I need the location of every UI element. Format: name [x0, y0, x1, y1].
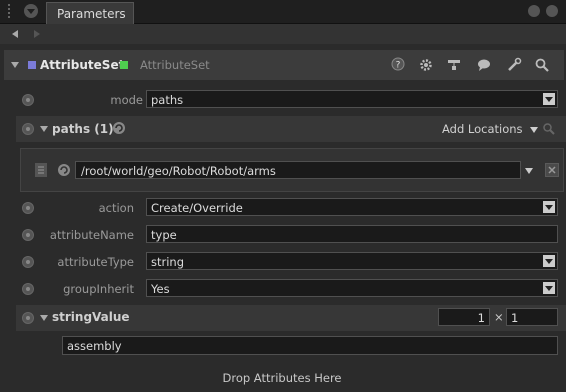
chevron-down-icon [543, 255, 555, 267]
help-mode-icon[interactable] [22, 94, 34, 106]
paths-collapse-icon[interactable] [40, 126, 48, 132]
action-dropdown[interactable]: Create/Override [146, 198, 558, 216]
drop-attributes-label: Drop Attributes Here [222, 371, 342, 385]
array-cols-input[interactable]: 1 [506, 308, 558, 326]
node-header: AttributeSet AttributeSet ? [4, 50, 564, 80]
drag-handle-icon[interactable] [35, 163, 47, 177]
collapse-arrow-icon[interactable] [11, 62, 19, 68]
add-locations-label: Add Locations [442, 122, 523, 136]
parameters-body: mode paths paths (1) Add Locations /root… [8, 84, 566, 392]
tab-parameters[interactable]: Parameters [46, 2, 134, 24]
mode-value: paths [151, 93, 184, 107]
paths-script-icon[interactable] [112, 121, 126, 138]
node-type: AttributeSet [140, 58, 210, 72]
groupinherit-label: groupInherit [63, 282, 134, 296]
path-dropdown-icon[interactable] [525, 168, 533, 174]
panel-menu-icon[interactable] [24, 4, 38, 18]
path-entry-row: /root/world/geo/Robot/Robot/arms [20, 148, 564, 192]
search-location-icon[interactable] [542, 122, 556, 139]
node-state-square [120, 61, 128, 69]
node-color-square [28, 61, 36, 69]
gear-icon[interactable] [418, 57, 434, 73]
remove-path-icon[interactable] [545, 163, 559, 177]
node-name[interactable]: AttributeSet [40, 58, 124, 72]
forward-arrow-icon[interactable] [34, 30, 40, 38]
chevron-down-icon [543, 93, 555, 105]
stringvalue-input[interactable]: assembly [62, 336, 558, 355]
chevron-down-icon [543, 282, 555, 294]
history-nav-bar [0, 24, 566, 44]
wrench-icon[interactable] [506, 57, 522, 73]
path-input[interactable]: /root/world/geo/Robot/Robot/arms [75, 161, 521, 179]
panel-tab-bar: Parameters [0, 0, 566, 24]
stringvalue-title: stringValue [52, 310, 130, 324]
stringvalue-group-header: stringValue 1 × 1 [16, 305, 566, 331]
groupinherit-dropdown[interactable]: Yes [146, 279, 558, 297]
array-cols-value: 1 [511, 311, 519, 325]
float-panel-icon[interactable] [528, 5, 540, 17]
paths-group-header: paths (1) Add Locations [16, 116, 566, 142]
stringvalue-collapse-icon[interactable] [40, 315, 48, 321]
action-label: action [98, 201, 134, 215]
comment-icon[interactable] [476, 57, 492, 73]
attributename-value: type [151, 228, 177, 242]
path-value: /root/world/geo/Robot/Robot/arms [81, 164, 276, 178]
times-sign: × [494, 310, 504, 324]
help-stringvalue-icon[interactable] [22, 312, 34, 324]
help-attributetype-icon[interactable] [22, 256, 34, 268]
help-attributename-icon[interactable] [22, 229, 34, 241]
close-panel-icon[interactable] [546, 5, 558, 17]
attributetype-value: string [151, 255, 185, 269]
attributetype-dropdown[interactable]: string [146, 252, 558, 270]
drop-attributes-zone[interactable]: Drop Attributes Here [8, 364, 556, 390]
help-action-icon[interactable] [22, 202, 34, 214]
svg-text:?: ? [396, 61, 401, 71]
chevron-down-icon [543, 201, 555, 213]
groupinherit-value: Yes [151, 282, 170, 296]
layout-icon[interactable] [446, 57, 462, 73]
paths-title: paths (1) [52, 122, 114, 136]
mode-dropdown[interactable]: paths [146, 90, 558, 108]
mode-label: mode [110, 93, 143, 107]
attributename-label: attributeName [49, 228, 134, 242]
add-locations-button[interactable]: Add Locations [442, 122, 539, 136]
drag-grip-icon[interactable] [8, 4, 14, 18]
chevron-down-icon [530, 126, 539, 133]
path-script-icon[interactable] [57, 163, 71, 180]
back-arrow-icon[interactable] [12, 30, 18, 38]
array-rows-value: 1 [477, 311, 485, 325]
help-groupinherit-icon[interactable] [22, 283, 34, 295]
attributetype-label: attributeType [57, 255, 134, 269]
stringvalue-value: assembly [67, 339, 122, 353]
array-rows-input[interactable]: 1 [438, 308, 490, 326]
help-icon[interactable]: ? [390, 57, 406, 73]
attributename-input[interactable]: type [146, 225, 558, 243]
help-paths-icon[interactable] [22, 123, 34, 135]
search-icon[interactable] [534, 57, 550, 73]
action-value: Create/Override [151, 201, 243, 215]
